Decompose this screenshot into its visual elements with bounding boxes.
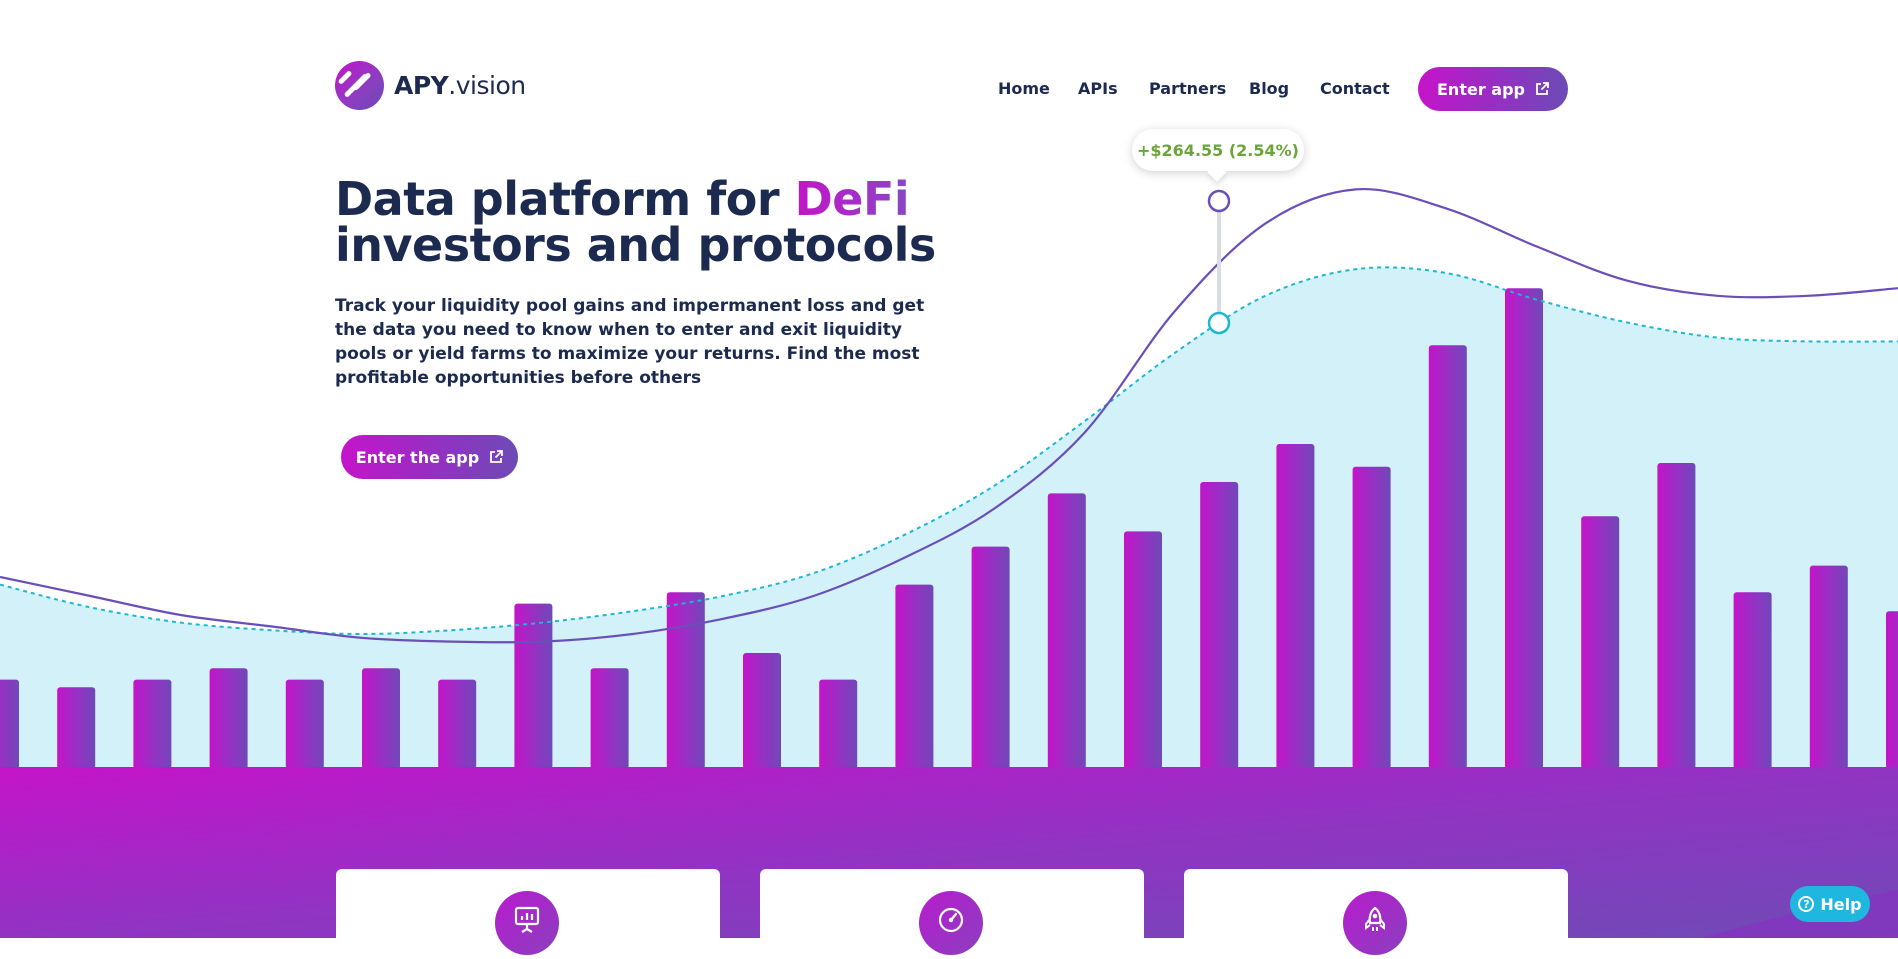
- chart-bar: [0, 679, 19, 769]
- nav-contact[interactable]: Contact: [1320, 79, 1390, 98]
- hero-chart: [0, 187, 1898, 938]
- nav-blog[interactable]: Blog: [1249, 79, 1289, 98]
- feature-card-1: [336, 869, 720, 959]
- chart-bar: [57, 687, 96, 769]
- hero-enter-app-button[interactable]: Enter the app: [341, 435, 518, 479]
- chart-bar: [743, 653, 781, 769]
- chart-bar: [1352, 466, 1391, 769]
- chart-bar: [1505, 288, 1543, 769]
- marker-point-dotted: [1207, 311, 1231, 335]
- help-label: Help: [1820, 894, 1862, 914]
- chart-bar: [438, 679, 477, 769]
- marker-point-solid: [1207, 189, 1231, 213]
- feature-card-3: [1184, 869, 1568, 959]
- brand-logo[interactable]: APY.vision: [335, 61, 526, 110]
- chart-bar: [362, 668, 400, 769]
- help-icon: ?: [1798, 896, 1815, 912]
- chart-bar: [209, 668, 248, 769]
- chart-bar: [1581, 516, 1620, 769]
- chart-bar: [1428, 345, 1467, 769]
- rocket-icon: [1343, 891, 1407, 955]
- chart-bar: [666, 592, 705, 769]
- chart-bar: [1276, 444, 1315, 769]
- chart-bar: [971, 546, 1010, 769]
- chart-bar: [514, 603, 553, 769]
- external-link-icon: [490, 450, 504, 463]
- header-enter-app-label: Enter app: [1437, 79, 1525, 99]
- chart-bar: [1200, 482, 1239, 769]
- chart-bar: [590, 668, 629, 769]
- hero-enter-app-label: Enter the app: [355, 447, 480, 467]
- hero-title: Data platform for DeFi investors and pro…: [335, 172, 936, 272]
- feature-card-2: [760, 869, 1144, 959]
- chart-bar: [1733, 592, 1772, 769]
- nav-home[interactable]: Home: [998, 79, 1050, 98]
- chart-bar: [285, 679, 324, 769]
- nav-partners[interactable]: Partners: [1149, 79, 1226, 98]
- presentation-chart-icon: [495, 891, 559, 955]
- chart-bar: [1886, 611, 1898, 769]
- header-enter-app-button[interactable]: Enter app: [1418, 67, 1568, 111]
- chart-bar: [1809, 565, 1848, 769]
- nav-apis[interactable]: APIs: [1078, 79, 1118, 98]
- chart-bar: [819, 679, 858, 769]
- speedometer-icon: [919, 891, 983, 955]
- logo-mark-icon: [335, 61, 384, 110]
- chart-bar: [1124, 531, 1162, 769]
- chart-bar: [895, 584, 934, 769]
- external-link-icon: [1536, 82, 1549, 95]
- help-button[interactable]: ? Help: [1790, 886, 1870, 922]
- chart-bar: [1047, 493, 1086, 769]
- logo-wordmark: APY.vision: [394, 71, 526, 100]
- hero-description: Track your liquidity pool gains and impe…: [335, 296, 925, 388]
- chart-bar: [133, 679, 172, 769]
- chart-bar: [1657, 463, 1696, 769]
- gain-tooltip: +$264.55 (2.54%): [1132, 129, 1304, 171]
